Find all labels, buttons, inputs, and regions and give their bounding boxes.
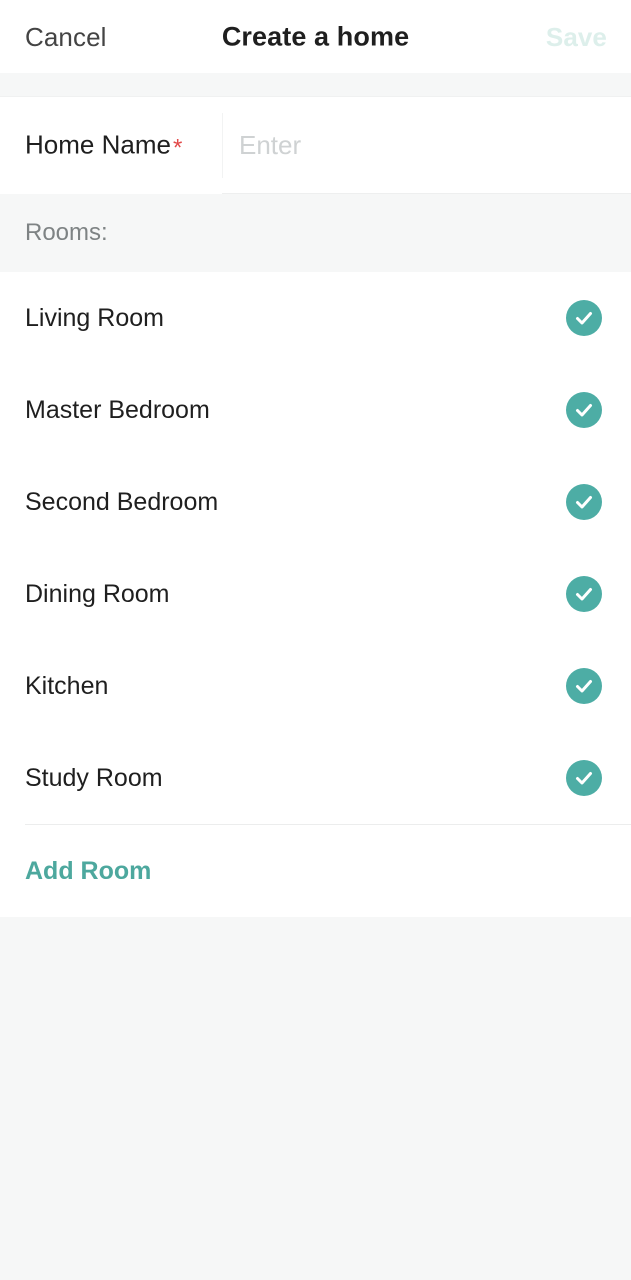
home-name-input[interactable] — [222, 97, 631, 194]
navigation-bar: Cancel Create a home Save — [0, 0, 631, 73]
rooms-section-header: Rooms: — [0, 194, 631, 272]
room-name: Dining Room — [25, 579, 170, 608]
required-asterisk: * — [172, 134, 183, 161]
home-name-label-text: Home Name — [25, 129, 171, 159]
rooms-section-header-label: Rooms: — [25, 219, 108, 246]
list-item[interactable]: Study Room — [0, 732, 631, 824]
room-name: Living Room — [25, 303, 164, 332]
check-circle-icon[interactable] — [566, 668, 602, 704]
room-name: Master Bedroom — [25, 395, 210, 424]
list-item[interactable]: Kitchen — [0, 640, 631, 732]
save-button[interactable]: Save — [546, 24, 607, 50]
check-circle-icon[interactable] — [566, 484, 602, 520]
create-home-screen: Cancel Create a home Save Home Name* Roo… — [0, 0, 631, 1280]
list-item[interactable]: Second Bedroom — [0, 456, 631, 548]
check-circle-icon[interactable] — [566, 300, 602, 336]
room-name: Second Bedroom — [25, 487, 219, 516]
list-item[interactable]: Master Bedroom — [0, 364, 631, 456]
field-underline — [222, 193, 631, 194]
add-room-button[interactable]: Add Room — [0, 825, 631, 917]
add-room-label: Add Room — [25, 856, 152, 885]
home-name-row[interactable]: Home Name* — [0, 97, 631, 194]
list-item[interactable]: Living Room — [0, 272, 631, 364]
page-title: Create a home — [221, 21, 410, 51]
room-name: Study Room — [25, 763, 163, 792]
home-name-label: Home Name* — [25, 131, 182, 160]
header-spacer — [0, 73, 631, 97]
rooms-list: Living Room Master Bedroom Second Bedroo… — [0, 272, 631, 917]
page-background-filler — [0, 917, 631, 1280]
check-circle-icon[interactable] — [566, 576, 602, 612]
list-item[interactable]: Dining Room — [0, 548, 631, 640]
room-name: Kitchen — [25, 671, 109, 700]
check-circle-icon[interactable] — [566, 760, 602, 796]
check-circle-icon[interactable] — [566, 392, 602, 428]
